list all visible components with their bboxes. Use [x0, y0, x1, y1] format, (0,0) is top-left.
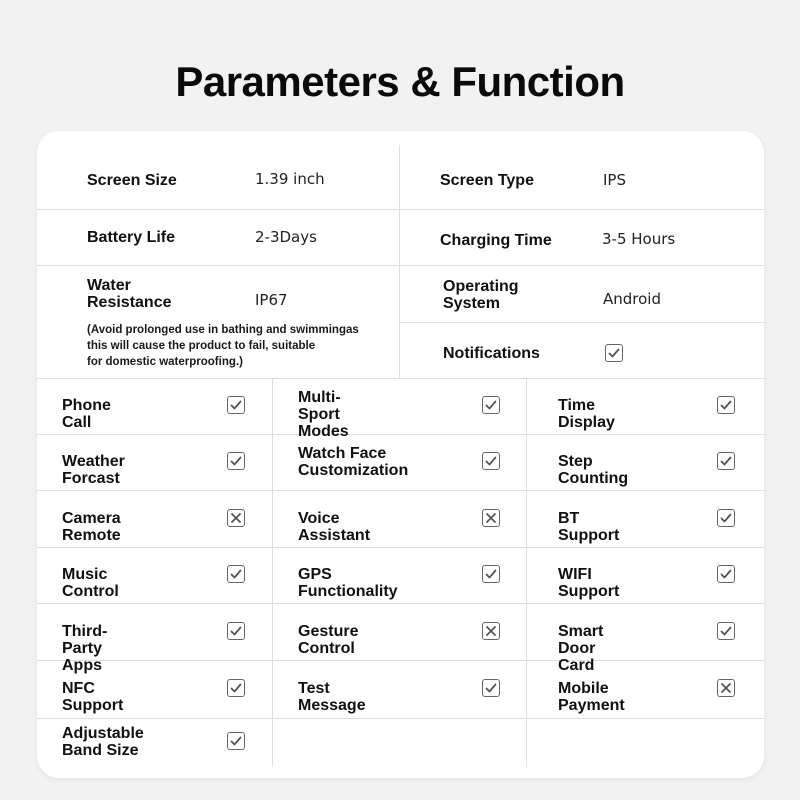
cross-icon — [717, 679, 735, 697]
divider — [37, 265, 764, 266]
label-line: Band Size — [62, 742, 139, 759]
divider — [400, 322, 764, 323]
label-line: System — [443, 295, 500, 312]
spec-value-screen-type: IPS — [603, 171, 626, 189]
feature-label: Voice Assistant — [298, 509, 371, 544]
cross-icon — [227, 508, 245, 527]
feature-label: Gesture Control — [298, 622, 359, 657]
check-icon — [717, 508, 735, 527]
check-icon — [482, 679, 500, 697]
feature-label: Step Counting — [558, 453, 629, 487]
check-icon — [227, 565, 245, 583]
spec-value-screen-size: 1.39 inch — [255, 170, 325, 188]
check-icon — [227, 732, 245, 750]
check-icon — [482, 396, 500, 414]
feature-label: Third-Party Apps — [62, 622, 108, 674]
check-icon — [717, 452, 735, 470]
label-line: Resistance — [87, 294, 172, 311]
check-icon — [717, 621, 735, 640]
label-line: Water — [87, 277, 131, 294]
label-line: Modes — [298, 423, 349, 440]
spec-label-battery-life: Battery Life — [87, 229, 176, 246]
feature-label: Phone Call — [62, 397, 111, 431]
spec-value-operating-system: Android — [603, 290, 661, 308]
label-line: Adjustable — [62, 725, 144, 742]
divider — [526, 378, 527, 766]
spec-label-screen-size: Screen Size — [87, 172, 177, 189]
divider — [272, 378, 273, 766]
label-line: Watch Face — [298, 445, 387, 462]
divider — [37, 660, 764, 661]
check-icon — [227, 452, 245, 470]
spec-label-notifications: Notifications — [443, 345, 540, 362]
check-icon — [227, 396, 245, 414]
page-title: Parameters & Function — [175, 58, 625, 105]
spec-label-operating-system: Operating System — [443, 278, 519, 312]
cross-icon — [482, 508, 500, 527]
feature-label: WIFI Support — [558, 566, 620, 600]
divider — [37, 490, 764, 491]
check-icon — [482, 452, 500, 470]
feature-label: Adjustable Band Size — [62, 725, 144, 759]
divider — [37, 378, 764, 379]
divider — [37, 434, 764, 435]
divider — [37, 547, 764, 548]
feature-label: Test Message — [298, 680, 366, 714]
feature-label: Time Display — [558, 397, 615, 431]
label-line: Operating — [443, 278, 519, 295]
divider — [37, 603, 764, 604]
check-icon — [227, 621, 245, 640]
spec-value-battery-life: 2-3Days — [255, 228, 317, 246]
divider — [37, 209, 764, 210]
check-icon — [227, 679, 245, 697]
feature-label: Watch Face Customization — [298, 445, 408, 479]
note-line: for domestic waterproofing.) — [87, 356, 243, 368]
label-line: Customization — [298, 462, 409, 479]
feature-label: NFC Support — [62, 680, 124, 714]
spec-card: Screen Size 1.39 inch Screen Type IPS Ba… — [37, 131, 764, 778]
water-resistance-note: (Avoid prolonged use in bathing and swim… — [87, 322, 359, 370]
note-line: (Avoid prolonged use in bathing and swim… — [87, 324, 359, 336]
feature-label: GPS Functionality — [298, 566, 398, 600]
feature-label: Multi-Sport Modes — [298, 389, 349, 440]
feature-label: Music Control — [62, 566, 119, 600]
check-icon — [717, 396, 735, 414]
feature-label: BT Support — [558, 509, 620, 544]
spec-label-screen-type: Screen Type — [440, 172, 534, 189]
check-icon — [605, 344, 623, 362]
label-line: Multi-Sport — [298, 389, 341, 423]
spec-value-water-resistance: IP67 — [255, 291, 288, 309]
feature-label: Mobile Payment — [558, 680, 625, 714]
spec-value-charging-time: 3-5 Hours — [602, 230, 676, 248]
check-icon — [482, 565, 500, 583]
spec-label-charging-time: Charging Time — [440, 232, 552, 249]
feature-label: Camera Remote — [62, 509, 121, 544]
cross-icon — [482, 621, 500, 640]
note-line: this will cause the product to fail, sui… — [87, 340, 316, 352]
spec-label-water-resistance: Water Resistance — [87, 277, 172, 311]
feature-label: Weather Forcast — [62, 453, 125, 487]
check-icon — [717, 565, 735, 583]
feature-label: Smart Door Card — [558, 622, 604, 674]
divider — [399, 145, 400, 378]
divider — [37, 718, 764, 719]
